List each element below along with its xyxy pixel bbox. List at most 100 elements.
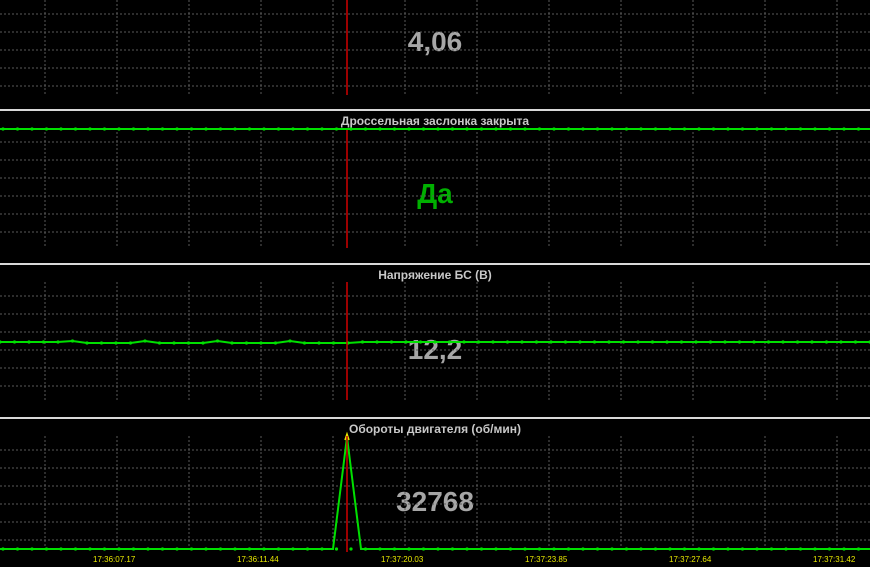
x-tick-label: 17:37:23.85 — [525, 555, 568, 564]
series-rpm-point — [218, 547, 223, 551]
series-throttle-point — [218, 127, 223, 131]
series-voltage-point — [810, 340, 814, 344]
x-tick-label: 17:36:07.17 — [93, 555, 136, 564]
series-throttle-point — [160, 127, 165, 131]
series-voltage-point — [259, 341, 263, 345]
series-rpm-point — [639, 547, 643, 551]
series-throttle-point — [204, 127, 208, 131]
series-rpm-point — [552, 547, 556, 551]
series-throttle-point — [523, 127, 527, 131]
series-rpm-point — [798, 547, 803, 551]
series-voltage-point — [795, 340, 800, 344]
series-throttle-point — [305, 127, 310, 131]
series-voltage-point — [824, 340, 829, 344]
series-throttle-point — [697, 127, 701, 131]
series-throttle-point — [668, 127, 672, 131]
series-rpm-point — [581, 547, 585, 551]
series-throttle-point — [407, 127, 411, 131]
series-voltage-point — [476, 340, 481, 344]
series-voltage-point — [607, 340, 611, 344]
series-throttle-point — [827, 127, 832, 131]
series-rpm-point — [668, 547, 672, 551]
series-voltage-point — [723, 340, 727, 344]
series-throttle-point — [59, 127, 63, 131]
series-rpm-point — [813, 547, 817, 551]
graph-canvas — [0, 0, 870, 552]
series-voltage-point — [708, 340, 713, 344]
series-voltage-point — [433, 340, 437, 344]
series-rpm-point — [131, 547, 136, 551]
series-rpm-point — [523, 547, 527, 551]
series-throttle-point — [349, 127, 353, 131]
series-voltage-point — [650, 340, 655, 344]
series-voltage-point — [172, 341, 176, 345]
series-rpm-point — [624, 547, 629, 551]
x-tick-label: 17:37:20.03 — [381, 555, 424, 564]
series-throttle-point — [1, 127, 5, 131]
series-voltage-point — [288, 339, 292, 343]
series-rpm-point — [465, 547, 469, 551]
series-rpm-point — [566, 547, 571, 551]
series-voltage-point — [244, 341, 249, 345]
series-throttle-point — [508, 127, 513, 131]
series-throttle-point — [392, 127, 397, 131]
series-throttle-point — [856, 127, 861, 131]
series-voltage-point — [621, 340, 626, 344]
series-voltage-point — [27, 340, 31, 344]
series-rpm-point — [784, 547, 788, 551]
series-rpm-point — [59, 547, 63, 551]
series-voltage-point — [766, 340, 771, 344]
series-throttle-point — [624, 127, 629, 131]
series-rpm-point — [30, 547, 34, 551]
series-voltage-point — [694, 340, 698, 344]
series-rpm-point — [653, 547, 658, 551]
series-throttle-point — [233, 127, 237, 131]
series-voltage-point — [157, 341, 162, 345]
series-voltage-point — [143, 339, 147, 343]
series-voltage-point — [737, 340, 742, 344]
series-rpm-point — [827, 547, 832, 551]
series-rpm-point — [334, 547, 339, 551]
series-voltage-point — [331, 341, 336, 345]
series-rpm-point — [88, 547, 92, 551]
series-rpm-point — [320, 547, 324, 551]
series-voltage-point — [534, 340, 539, 344]
series-throttle-point — [102, 127, 107, 131]
series-rpm-point — [421, 547, 426, 551]
series-throttle-point — [842, 127, 846, 131]
series-rpm-point — [682, 547, 687, 551]
series-voltage-point — [853, 340, 858, 344]
series-voltage-point — [679, 340, 684, 344]
series-rpm-point — [697, 547, 701, 551]
series-throttle-point — [421, 127, 426, 131]
series-voltage-point — [636, 340, 640, 344]
series-rpm-point — [247, 547, 252, 551]
series-throttle-point — [146, 127, 150, 131]
series-throttle-point — [262, 127, 266, 131]
series-rpm-point — [595, 547, 600, 551]
series-throttle-point — [276, 127, 281, 131]
series-rpm-point — [363, 547, 368, 551]
series-voltage-point — [360, 340, 365, 344]
series-voltage-point — [447, 340, 452, 344]
series-rpm-point — [711, 547, 716, 551]
series-voltage-point — [418, 340, 423, 344]
series-rpm-point — [537, 547, 542, 551]
series-rpm-point — [378, 547, 382, 551]
series-rpm-point — [204, 547, 208, 551]
series-voltage-point — [839, 340, 843, 344]
series-rpm-point — [233, 547, 237, 551]
series-rpm-point — [740, 547, 745, 551]
series-throttle-point — [726, 127, 730, 131]
series-throttle-point — [363, 127, 368, 131]
series-voltage-point — [781, 340, 785, 344]
series-rpm-point — [508, 547, 513, 551]
series-throttle-point — [320, 127, 324, 131]
series-voltage-point — [302, 341, 307, 345]
series-rpm-point — [146, 547, 150, 551]
series-rpm-point — [102, 547, 107, 551]
series-throttle-point — [552, 127, 556, 131]
series-voltage-point — [186, 341, 191, 345]
series-voltage-point — [0, 340, 2, 344]
series-throttle-point — [740, 127, 745, 131]
